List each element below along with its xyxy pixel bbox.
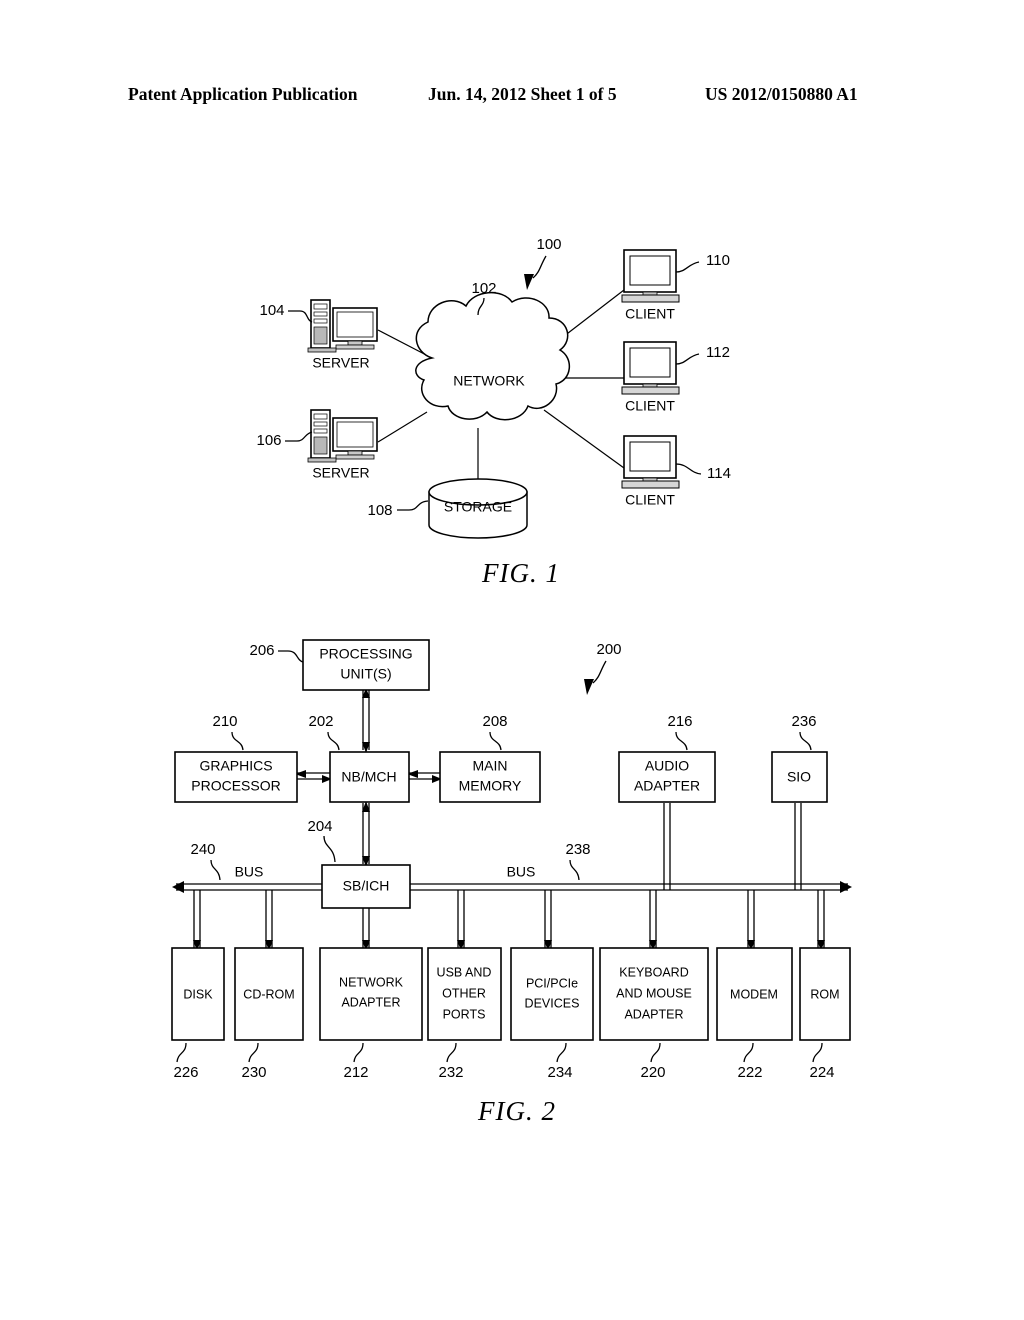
svg-text:204: 204: [307, 818, 332, 835]
svg-text:232: 232: [438, 1064, 463, 1081]
svg-text:216: 216: [667, 713, 692, 730]
svg-text:KEYBOARD: KEYBOARD: [619, 965, 688, 979]
svg-text:BUS: BUS: [507, 864, 536, 880]
fig2-device-cdrom: CD-ROM 230: [234, 947, 304, 1081]
fig2-ref-236: 236: [791, 713, 817, 751]
fig2-ref-202: 202: [308, 713, 340, 751]
fig2-processing-unit: PROCESSING UNIT(S): [302, 639, 430, 691]
svg-text:206: 206: [249, 642, 274, 659]
svg-text:226: 226: [173, 1064, 198, 1081]
svg-text:USB AND: USB AND: [437, 965, 492, 979]
svg-text:ROM: ROM: [810, 987, 839, 1001]
svg-text:BUS: BUS: [235, 864, 264, 880]
fig2-ref-206: 206: [249, 642, 304, 663]
fig2-system-ref-200: 200: [584, 641, 622, 695]
svg-text:DISK: DISK: [183, 987, 213, 1001]
svg-text:DEVICES: DEVICES: [525, 996, 580, 1010]
svg-text:210: 210: [212, 713, 237, 730]
svg-text:CD-ROM: CD-ROM: [243, 987, 294, 1001]
svg-text:222: 222: [737, 1064, 762, 1081]
svg-text:MAIN: MAIN: [473, 758, 508, 774]
fig2-device-usb-ports: USB AND OTHER PORTS 232: [427, 947, 502, 1081]
svg-text:224: 224: [809, 1064, 834, 1081]
svg-text:202: 202: [308, 713, 333, 730]
svg-text:PORTS: PORTS: [443, 1007, 486, 1021]
fig2-device-disk: DISK 226: [171, 947, 225, 1081]
svg-text:UNIT(S): UNIT(S): [340, 666, 391, 682]
fig2-audio-adapter: AUDIO ADAPTER: [618, 751, 716, 803]
svg-text:236: 236: [791, 713, 816, 730]
svg-text:240: 240: [190, 841, 215, 858]
fig2-bus-right: BUS 238: [507, 841, 591, 881]
svg-text:GRAPHICS: GRAPHICS: [199, 758, 272, 774]
fig2-main-memory: MAIN MEMORY: [439, 751, 541, 803]
svg-text:ADAPTER: ADAPTER: [341, 995, 400, 1009]
svg-text:234: 234: [547, 1064, 572, 1081]
svg-text:220: 220: [640, 1064, 665, 1081]
svg-text:PCI/PCIe: PCI/PCIe: [526, 976, 578, 990]
svg-text:ADAPTER: ADAPTER: [624, 1007, 683, 1021]
fig2-ref-208: 208: [482, 713, 508, 751]
svg-text:OTHER: OTHER: [442, 986, 486, 1000]
fig2-ref-210: 210: [212, 713, 244, 751]
svg-text:MODEM: MODEM: [730, 987, 778, 1001]
svg-text:PROCESSING: PROCESSING: [319, 646, 412, 662]
fig2-device-rom: ROM 224: [799, 947, 851, 1081]
fig2-ref-204: 204: [307, 818, 336, 863]
svg-text:MEMORY: MEMORY: [459, 778, 522, 794]
fig2-southbridge: SB/ICH: [321, 864, 411, 909]
svg-text:ADAPTER: ADAPTER: [634, 778, 700, 794]
fig2-sio: SIO: [771, 751, 828, 803]
fig2-device-keyboard-mouse: KEYBOARD AND MOUSE ADAPTER 220: [599, 947, 709, 1081]
svg-text:SIO: SIO: [787, 769, 811, 785]
svg-text:230: 230: [241, 1064, 266, 1081]
fig2-device-modem: MODEM 222: [716, 947, 793, 1081]
fig2-device-network-adapter: NETWORK ADAPTER 212: [319, 947, 423, 1081]
svg-text:AND MOUSE: AND MOUSE: [616, 986, 692, 1000]
svg-text:200: 200: [596, 641, 621, 658]
fig2-northbridge: NB/MCH: [329, 751, 410, 803]
svg-text:AUDIO: AUDIO: [645, 758, 689, 774]
svg-text:NB/MCH: NB/MCH: [341, 769, 396, 785]
svg-text:208: 208: [482, 713, 507, 730]
fig2-connectors: [172, 688, 852, 951]
fig2-bus-left: BUS 240: [190, 841, 264, 881]
svg-text:PROCESSOR: PROCESSOR: [191, 778, 280, 794]
figure-2-caption: FIG. 2: [478, 1096, 556, 1126]
svg-text:238: 238: [565, 841, 590, 858]
svg-text:NETWORK: NETWORK: [339, 975, 404, 989]
fig2-ref-216: 216: [667, 713, 693, 751]
svg-text:212: 212: [343, 1064, 368, 1081]
fig2-device-pci: PCI/PCIe DEVICES 234: [510, 947, 594, 1081]
svg-text:SB/ICH: SB/ICH: [343, 878, 390, 894]
fig2-graphics-processor: GRAPHICS PROCESSOR: [174, 751, 298, 803]
